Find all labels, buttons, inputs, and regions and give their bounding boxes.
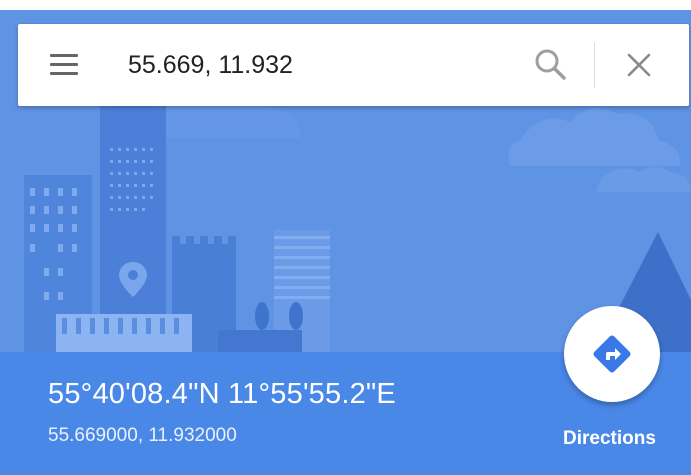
directions-arrow-icon [593, 335, 631, 373]
search-divider [594, 42, 595, 88]
directions-label[interactable]: Directions [563, 428, 656, 450]
search-input[interactable] [128, 44, 508, 86]
coordinates-dms: 55°40'08.4"N 11°55'55.2"E [48, 378, 396, 410]
top-strip [0, 0, 691, 10]
search-bar [18, 24, 689, 106]
close-icon[interactable] [622, 48, 656, 82]
search-icon[interactable] [532, 46, 570, 84]
hamburger-menu-icon[interactable] [48, 51, 78, 79]
directions-button[interactable] [564, 306, 660, 402]
coordinates-decimal: 55.669000, 11.932000 [48, 425, 237, 446]
